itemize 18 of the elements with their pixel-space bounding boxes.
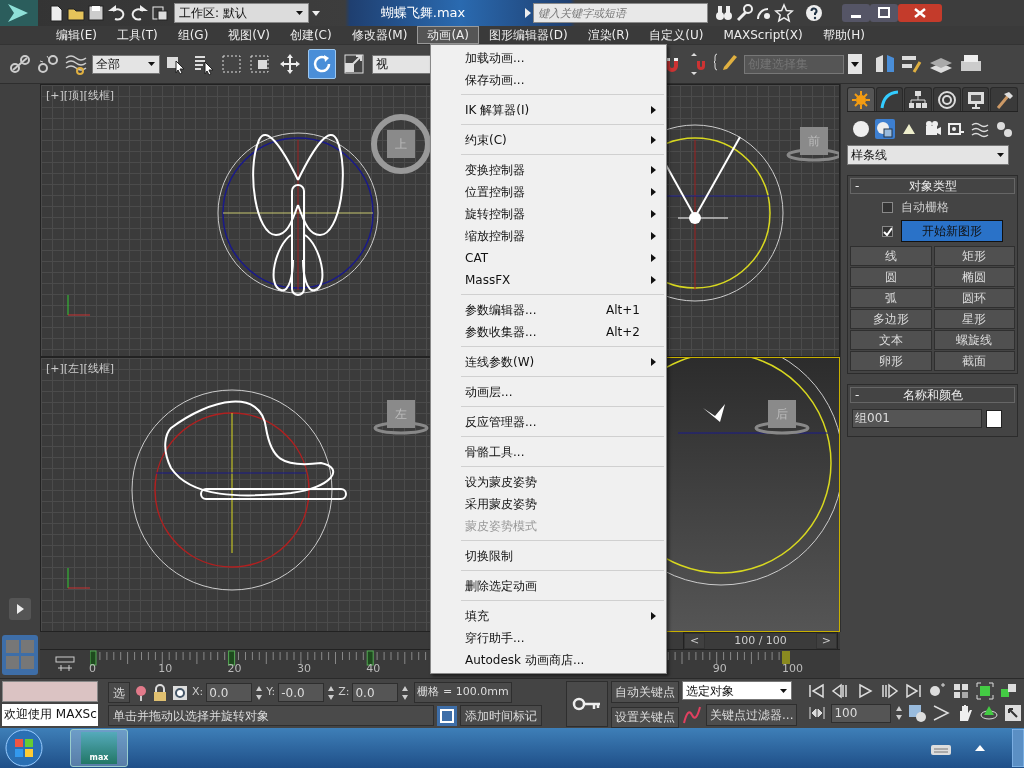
frame-number: 100	[782, 660, 803, 677]
frame-number: 30	[296, 660, 311, 677]
frame-number: 10	[158, 660, 173, 677]
checkbox-label: 自动栅格	[901, 199, 949, 216]
listener-output: 欢迎使用 MAXSc	[2, 704, 98, 726]
rollout-title: 对象类型	[907, 178, 958, 195]
window-title: 蝴蝶飞舞.max	[379, 4, 467, 23]
coordinate-label: Y:	[266, 684, 276, 701]
frame-number: 0	[89, 660, 96, 677]
coordinate-label: X:	[192, 684, 204, 701]
app-logo: max	[81, 732, 117, 764]
rollout-title: 名称和颜色	[901, 387, 964, 404]
frame-number: 40	[366, 660, 381, 677]
coordinate-label: Z:	[338, 684, 350, 701]
grid-size-readout: 栅格 = 100.0mm	[414, 682, 512, 703]
frame-number: 90	[712, 660, 727, 677]
frame-counter: 100 / 100	[705, 633, 816, 649]
frame-number: 20	[227, 660, 242, 677]
